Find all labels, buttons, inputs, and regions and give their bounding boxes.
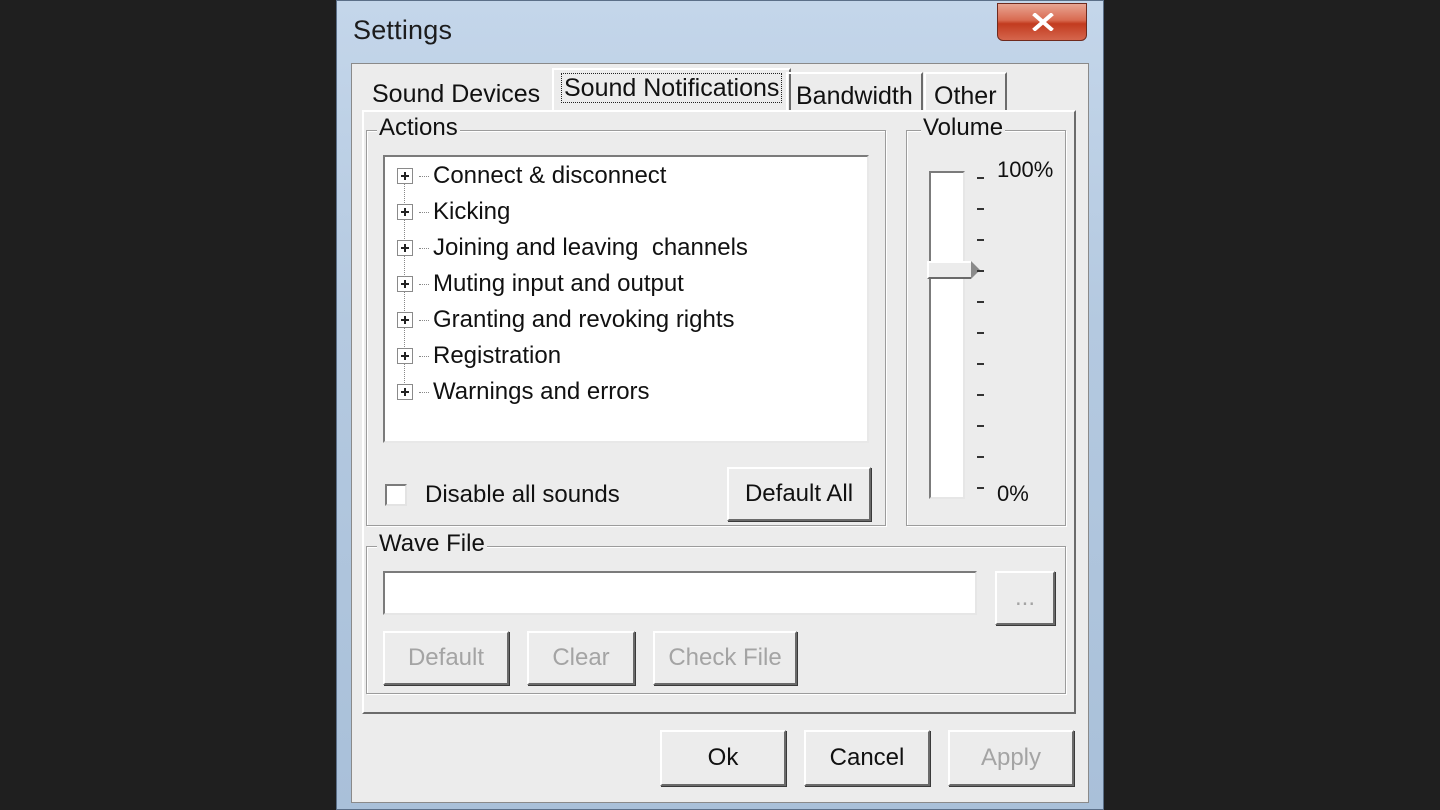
tree-dotted-line	[419, 355, 429, 357]
volume-slider-thumb[interactable]	[927, 261, 980, 279]
volume-tick-mark	[977, 301, 984, 303]
volume-tick-mark	[977, 239, 984, 241]
tab-other[interactable]: Other	[924, 72, 1007, 112]
tab-label: Other	[934, 82, 997, 110]
tree-item-registration[interactable]: Registration	[397, 339, 561, 373]
tree-item-joining-leaving[interactable]: Joining and leaving channels	[397, 231, 748, 265]
dialog-client-area: Sound Devices Sound Notifications Bandwi…	[351, 63, 1089, 803]
volume-tick-mark	[977, 363, 984, 365]
apply-button[interactable]: Apply	[948, 730, 1074, 786]
tab-sound-devices[interactable]: Sound Devices	[364, 72, 548, 112]
clear-button[interactable]: Clear	[527, 631, 635, 685]
tree-item-muting[interactable]: Muting input and output	[397, 267, 684, 301]
tree-item-connect-disconnect[interactable]: Connect & disconnect	[397, 159, 666, 193]
expand-plus-icon[interactable]	[397, 348, 413, 364]
volume-tick-mark	[977, 487, 984, 489]
volume-slider-track[interactable]	[929, 171, 965, 499]
tab-label: Sound Notifications	[560, 73, 783, 103]
volume-tick-mark	[977, 270, 984, 272]
tree-item-label: Connect & disconnect	[433, 162, 667, 189]
volume-tick-mark	[977, 456, 984, 458]
tree-dotted-line	[419, 283, 429, 285]
title-bar[interactable]: Settings	[337, 1, 1103, 63]
window-title: Settings	[353, 15, 453, 45]
browse-button[interactable]: ...	[995, 571, 1055, 625]
expand-plus-icon[interactable]	[397, 168, 413, 184]
volume-max-label: 100%	[997, 157, 1054, 182]
default-all-button[interactable]: Default All	[727, 467, 871, 521]
tree-item-granting-revoking[interactable]: Granting and revoking rights	[397, 303, 735, 337]
tree-item-label: Joining and leaving channels	[433, 234, 748, 261]
tree-item-label: Kicking	[433, 198, 511, 225]
tree-item-kicking[interactable]: Kicking	[397, 195, 510, 229]
volume-group-title: Volume	[921, 114, 1006, 141]
volume-min-label: 0%	[997, 481, 1029, 506]
settings-window: Settings Sound Devices Sound Notificatio…	[336, 0, 1104, 810]
tree-dotted-line	[419, 247, 429, 249]
tree-item-warnings-errors[interactable]: Warnings and errors	[397, 375, 650, 409]
checkbox-box[interactable]	[385, 484, 407, 506]
tree-dotted-line	[419, 175, 429, 177]
tab-label: Bandwidth	[796, 82, 913, 110]
tree-item-label: Registration	[433, 342, 562, 369]
expand-plus-icon[interactable]	[397, 204, 413, 220]
tree-item-label: Warnings and errors	[433, 378, 650, 405]
disable-all-sounds-label: Disable all sounds	[425, 481, 620, 508]
actions-group-title: Actions	[377, 114, 460, 141]
tree-dotted-line	[419, 391, 429, 393]
wave-file-group: Wave File ... Default Clear Check File	[366, 531, 1066, 694]
expand-plus-icon[interactable]	[397, 312, 413, 328]
tab-sound-notifications[interactable]: Sound Notifications	[552, 68, 792, 112]
tree-item-label: Granting and revoking rights	[433, 306, 735, 333]
volume-group: Volume 100% 0%	[906, 115, 1066, 526]
volume-tick-mark	[977, 394, 984, 396]
wave-file-path-input[interactable]	[383, 571, 977, 615]
cancel-button[interactable]: Cancel	[804, 730, 930, 786]
expand-plus-icon[interactable]	[397, 240, 413, 256]
volume-tick-mark	[977, 208, 984, 210]
tab-label: Sound Devices	[372, 80, 541, 108]
expand-plus-icon[interactable]	[397, 384, 413, 400]
volume-tick-mark	[977, 425, 984, 427]
volume-tick-mark	[977, 177, 984, 179]
close-icon	[1032, 13, 1054, 31]
ok-button[interactable]: Ok	[660, 730, 786, 786]
default-button[interactable]: Default	[383, 631, 509, 685]
close-button[interactable]	[997, 3, 1087, 41]
check-file-button[interactable]: Check File	[653, 631, 797, 685]
actions-group: Actions Connect & disconnect Kicking Joi…	[366, 115, 886, 526]
tree-dotted-line	[419, 211, 429, 213]
disable-all-sounds-checkbox[interactable]: Disable all sounds	[385, 481, 620, 509]
tree-dotted-line	[419, 319, 429, 321]
wave-file-group-title: Wave File	[377, 530, 487, 557]
expand-plus-icon[interactable]	[397, 276, 413, 292]
actions-tree[interactable]: Connect & disconnect Kicking Joining and…	[383, 155, 869, 443]
volume-tick-mark	[977, 332, 984, 334]
tab-bandwidth[interactable]: Bandwidth	[786, 72, 923, 112]
tree-item-label: Muting input and output	[433, 270, 684, 297]
